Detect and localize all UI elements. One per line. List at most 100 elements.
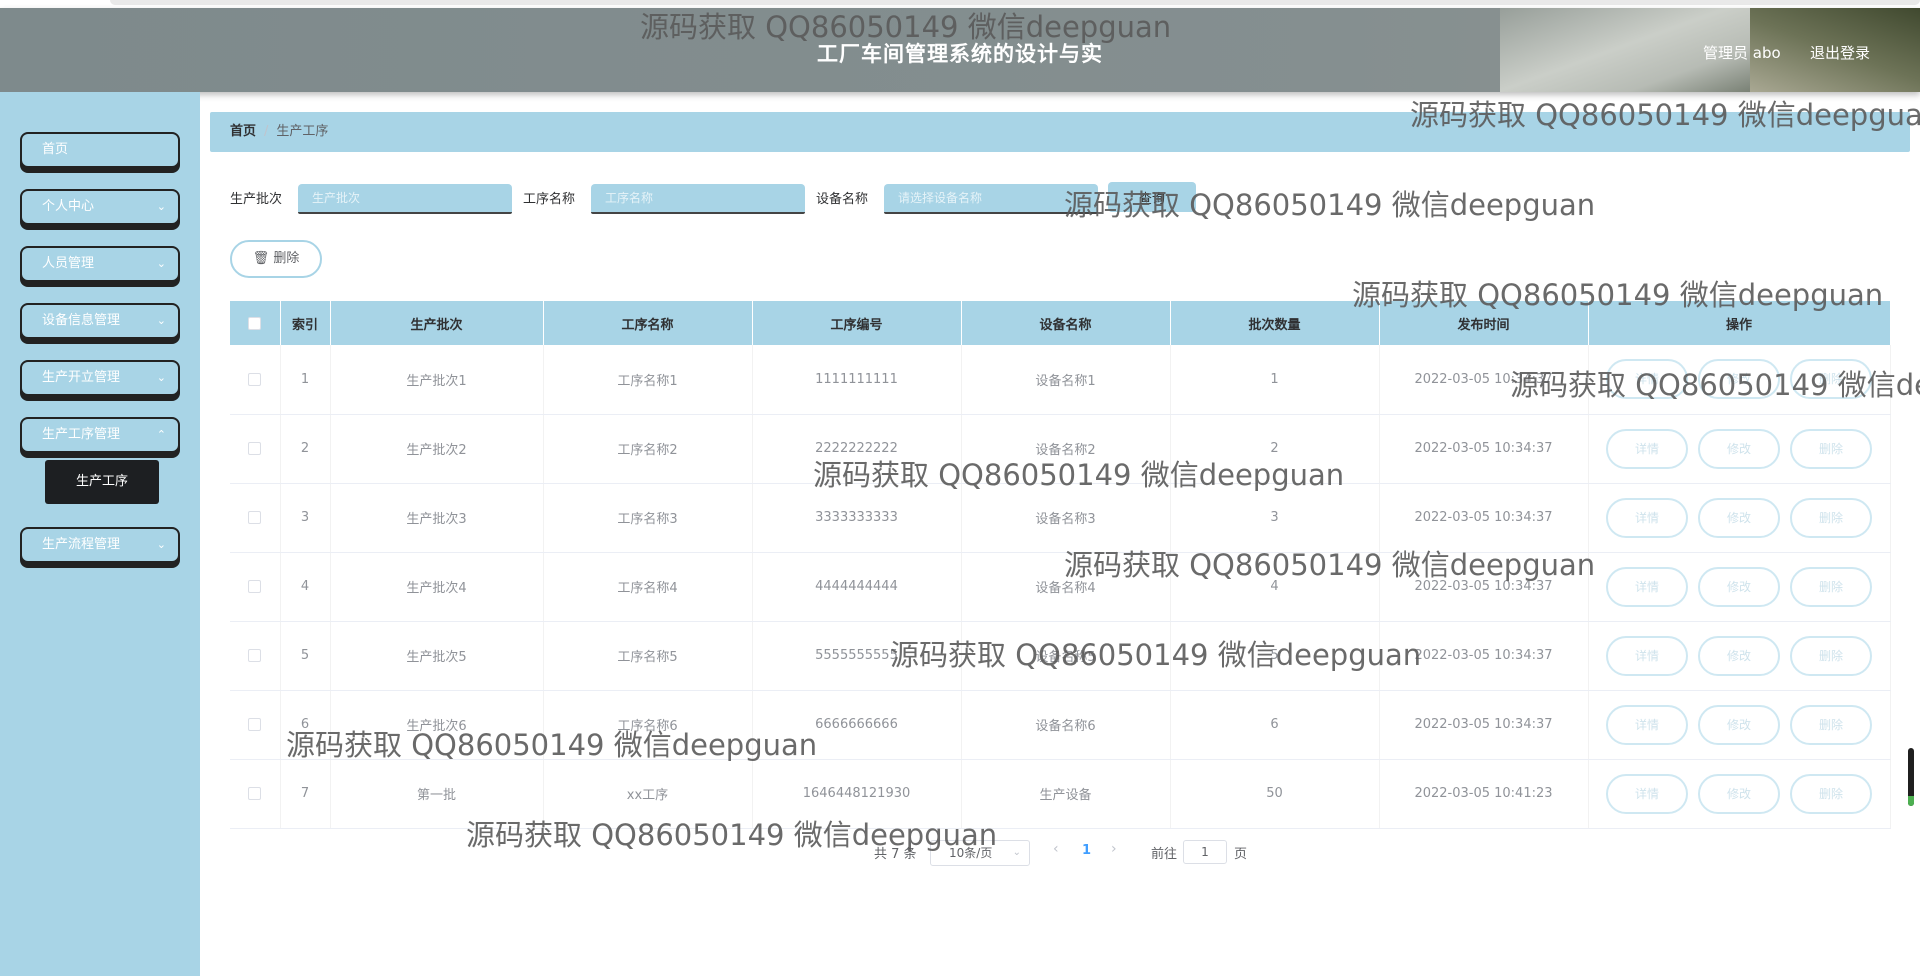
edit-button[interactable]: 修改: [1698, 635, 1780, 676]
app-title: 工厂车间管理系统的设计与实: [817, 42, 1103, 66]
edit-button[interactable]: 修改: [1698, 704, 1780, 745]
delete-button[interactable]: 删除: [1790, 566, 1872, 607]
breadcrumb-home[interactable]: 首页: [230, 124, 256, 139]
sidebar-item-label: 生产工序管理: [42, 427, 121, 442]
logout-link[interactable]: 退出登录: [1810, 42, 1870, 63]
cell-process: 工序名称3: [543, 483, 753, 553]
chevron-down-icon: ⌄: [156, 200, 166, 213]
page-number-current[interactable]: 1: [1082, 843, 1091, 858]
table-row: 4 生产批次4 工序名称4 4444444444 设备名称4 4 2022-03…: [230, 552, 1891, 622]
detail-button[interactable]: 详情: [1606, 773, 1688, 814]
submenu-item-process[interactable]: 生产工序: [45, 460, 159, 504]
delete-button[interactable]: 删除: [1790, 773, 1872, 814]
cell-process: xx工序: [543, 759, 753, 829]
pagination-total: 共 7 条: [874, 847, 917, 862]
app-header: 工厂车间管理系统的设计与实 管理员 abo 退出登录: [0, 8, 1920, 92]
column-header: 索引: [280, 301, 331, 345]
select-all-checkbox[interactable]: [248, 316, 262, 330]
next-page-icon[interactable]: ›: [1111, 841, 1117, 857]
sidebar-item-process[interactable]: 生产工序管理 ⌃: [20, 417, 180, 453]
cell-qty: 4: [1170, 552, 1380, 622]
cell-index: 4: [280, 552, 331, 622]
detail-button[interactable]: 详情: [1606, 359, 1688, 400]
cell-index: 1: [280, 345, 331, 415]
edit-button[interactable]: 修改: [1698, 359, 1780, 400]
column-header: 工序名称: [543, 301, 753, 345]
sidebar-item-label: 人员管理: [42, 256, 95, 271]
cell-batch: 生产批次3: [330, 483, 544, 553]
cell-index: 6: [280, 690, 331, 760]
row-checkbox[interactable]: [248, 511, 262, 524]
cell-index: 7: [280, 759, 331, 829]
process-input[interactable]: [591, 184, 805, 214]
search-button[interactable]: 查询: [1108, 182, 1196, 212]
cell-device: 设备名称5: [961, 621, 1171, 691]
edit-button[interactable]: 修改: [1698, 497, 1780, 538]
cell-device: 设备名称2: [961, 414, 1171, 484]
detail-button[interactable]: 详情: [1606, 635, 1688, 676]
batch-delete-button[interactable]: 🗑 删除: [230, 240, 322, 278]
cell-batch: 生产批次5: [330, 621, 544, 691]
edit-button[interactable]: 修改: [1698, 428, 1780, 469]
prev-page-icon[interactable]: ‹: [1053, 841, 1059, 857]
page-size-select[interactable]: 10条/页 ⌄: [930, 840, 1030, 866]
row-checkbox[interactable]: [248, 580, 262, 593]
chevron-down-icon: ⌄: [156, 538, 166, 551]
cell-code: 6666666666: [752, 690, 962, 760]
row-checkbox[interactable]: [248, 372, 262, 386]
sidebar: 首页 个人中心 ⌄ 人员管理 ⌄ 设备信息管理 ⌄ 生产开立管理 ⌄ 生产工序管理 ⌃ 生…: [0, 92, 200, 976]
cell-qty: 1: [1170, 345, 1380, 415]
cell-index: 2: [280, 414, 331, 484]
device-label: 设备名称: [816, 192, 869, 207]
detail-button[interactable]: 详情: [1606, 428, 1688, 469]
row-checkbox[interactable]: [248, 787, 262, 800]
cell-process: 工序名称2: [543, 414, 753, 484]
column-header: 工序编号: [752, 301, 962, 345]
cell-device: 设备名称4: [961, 552, 1171, 622]
row-checkbox[interactable]: [248, 718, 262, 731]
delete-button[interactable]: 删除: [1790, 359, 1872, 400]
row-checkbox[interactable]: [248, 442, 262, 455]
cell-code: 4444444444: [752, 552, 962, 622]
table-row: 3 生产批次3 工序名称3 3333333333 设备名称3 3 2022-03…: [230, 483, 1891, 553]
breadcrumb-current: 生产工序: [276, 124, 329, 139]
sidebar-item-home[interactable]: 首页: [20, 132, 180, 168]
row-checkbox[interactable]: [248, 649, 262, 662]
sidebar-item-profile[interactable]: 个人中心 ⌄: [20, 189, 180, 225]
cell-device: 设备名称6: [961, 690, 1171, 760]
cell-process: 工序名称1: [543, 345, 753, 415]
detail-button[interactable]: 详情: [1606, 566, 1688, 607]
browser-top-strip: [0, 0, 1920, 8]
delete-button[interactable]: 删除: [1790, 635, 1872, 676]
cell-code: 1646448121930: [752, 759, 962, 829]
goto-page-input[interactable]: [1183, 840, 1227, 864]
detail-button[interactable]: 详情: [1606, 704, 1688, 745]
detail-button[interactable]: 详情: [1606, 497, 1688, 538]
cell-process: 工序名称5: [543, 621, 753, 691]
trash-icon: 🗑: [252, 251, 274, 266]
column-header: 操作: [1588, 301, 1891, 345]
sidebar-item-label: 生产流程管理: [42, 537, 121, 552]
device-select[interactable]: [884, 184, 1098, 214]
edit-button[interactable]: 修改: [1698, 773, 1780, 814]
delete-button[interactable]: 删除: [1790, 497, 1872, 538]
cell-qty: 5: [1170, 621, 1380, 691]
delete-button[interactable]: 删除: [1790, 704, 1872, 745]
cell-time: 2022-03-05 10:34:37: [1379, 552, 1589, 622]
goto-label: 前往: [1151, 847, 1178, 862]
cell-batch: 第一批: [330, 759, 544, 829]
cell-code: 2222222222: [752, 414, 962, 484]
page-scrollbar[interactable]: [1908, 748, 1914, 806]
column-header: 生产批次: [330, 301, 544, 345]
batch-input[interactable]: [298, 184, 512, 214]
sidebar-item-production-open[interactable]: 生产开立管理 ⌄: [20, 360, 180, 396]
edit-button[interactable]: 修改: [1698, 566, 1780, 607]
page-suffix: 页: [1234, 847, 1248, 862]
cell-time: 2022-03-05 10:34:37: [1379, 621, 1589, 691]
sidebar-item-flow[interactable]: 生产流程管理 ⌄: [20, 527, 180, 563]
cell-device: 设备名称1: [961, 345, 1171, 415]
sidebar-item-staff[interactable]: 人员管理 ⌄: [20, 246, 180, 282]
cell-qty: 3: [1170, 483, 1380, 553]
sidebar-item-equipment[interactable]: 设备信息管理 ⌄: [20, 303, 180, 339]
delete-button[interactable]: 删除: [1790, 428, 1872, 469]
